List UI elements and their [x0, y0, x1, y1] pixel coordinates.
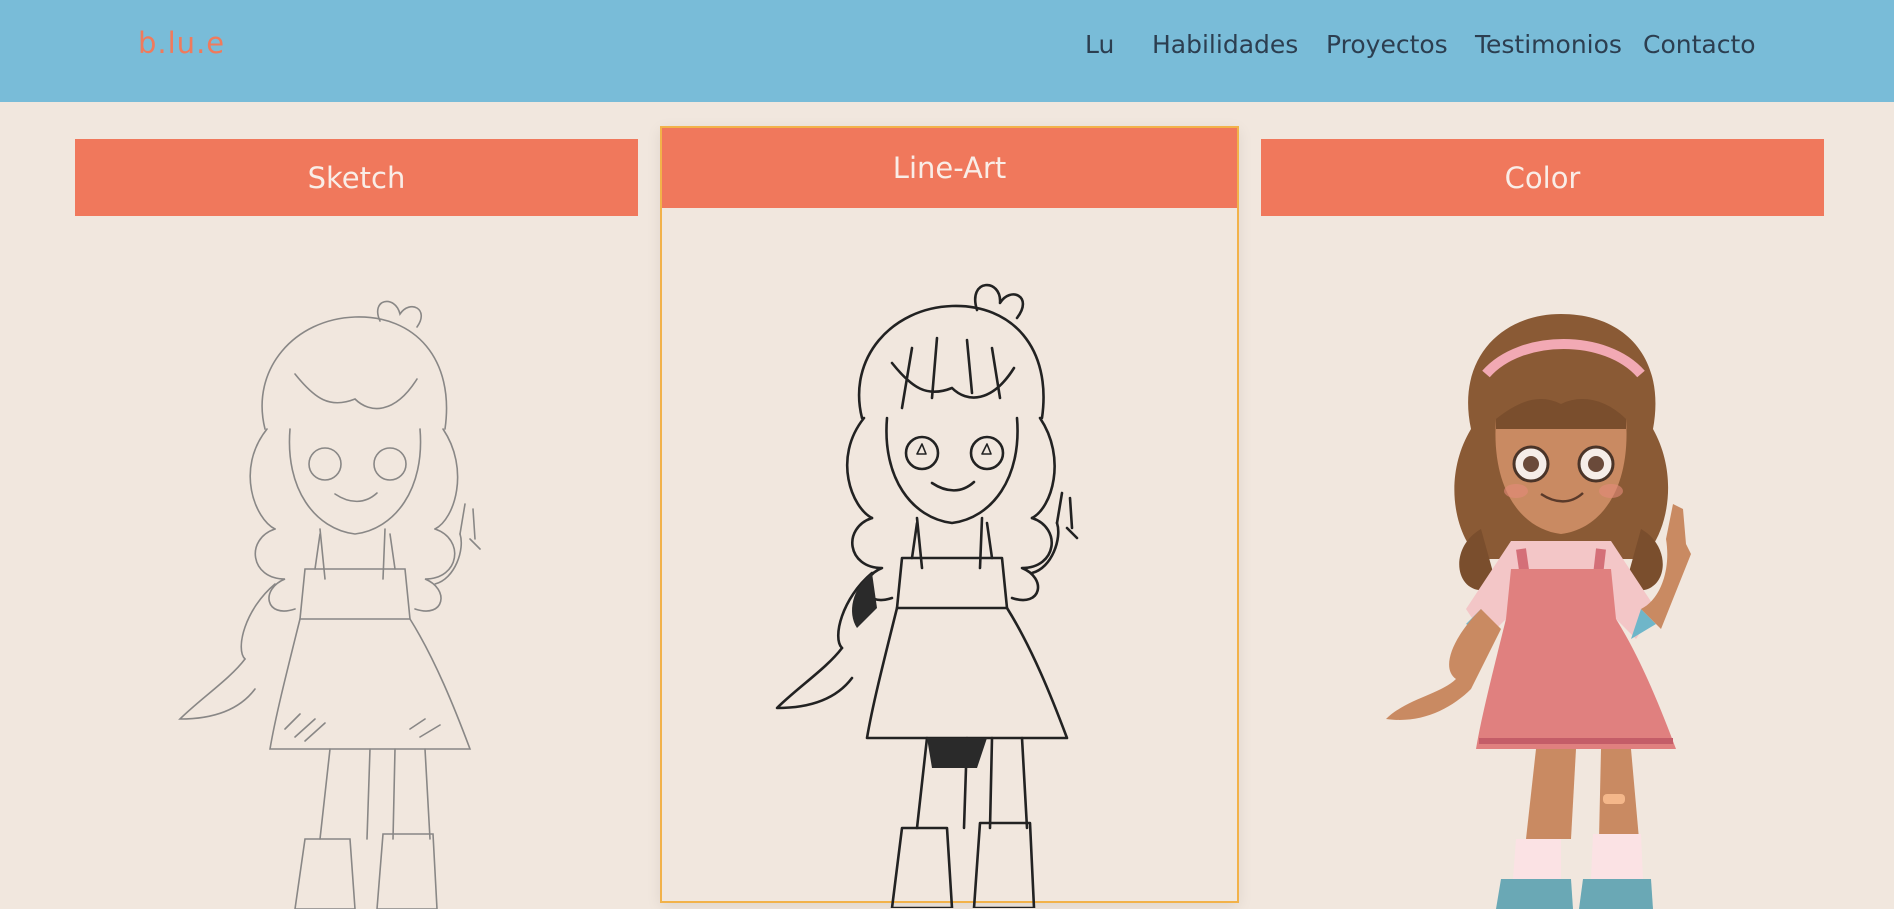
nav-link-contacto[interactable]: Contacto — [1643, 30, 1756, 59]
main-nav: Lu Habilidades Proyectos Testimonios Con… — [0, 30, 1894, 70]
nav-link-proyectos[interactable]: Proyectos — [1326, 30, 1448, 59]
top-navbar: b.lu.e Lu Habilidades Proyectos Testimon… — [0, 0, 1894, 102]
card-title-line-art: Line-Art — [662, 128, 1237, 208]
nav-link-testimonios[interactable]: Testimonios — [1475, 30, 1622, 59]
nav-link-habilidades[interactable]: Habilidades — [1152, 30, 1298, 59]
card-sketch[interactable]: Sketch — [75, 139, 638, 909]
nav-link-lu[interactable]: Lu — [1085, 30, 1114, 59]
card-color[interactable]: Color — [1261, 139, 1824, 909]
card-title-sketch: Sketch — [75, 139, 638, 216]
card-line-art[interactable]: Line-Art — [660, 126, 1239, 908]
color-illustration — [1361, 279, 1761, 909]
line-art-illustration — [752, 268, 1152, 908]
card-title-color: Color — [1261, 139, 1824, 216]
sketch-illustration — [155, 279, 555, 909]
